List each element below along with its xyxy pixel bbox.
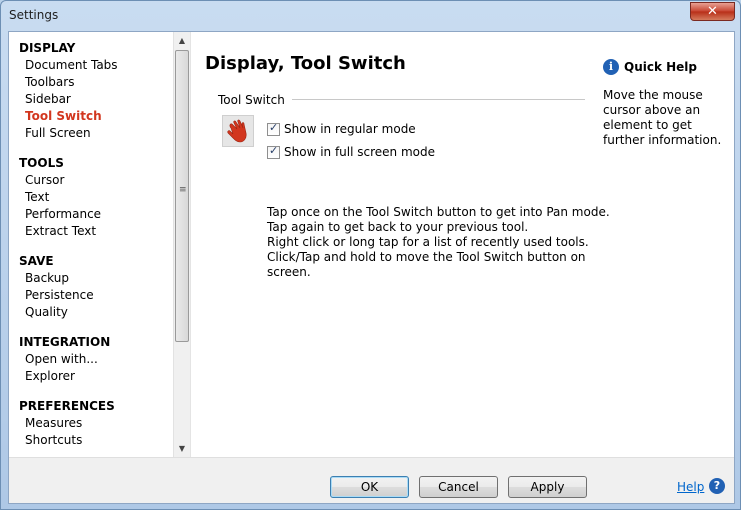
sidebar-item-quality[interactable]: Quality <box>19 304 179 321</box>
description-line: Right click or long tap for a list of re… <box>267 235 589 249</box>
help-icon[interactable]: ? <box>709 478 725 494</box>
show-full-screen-mode-checkbox[interactable]: ✓ <box>267 143 280 159</box>
check-icon: ✓ <box>269 143 279 157</box>
ok-button[interactable]: OK <box>330 476 409 498</box>
description-line: Click/Tap and hold to move the Tool Swit… <box>267 250 586 264</box>
nav-section-heading: PREFERENCES <box>19 399 115 413</box>
sidebar-divider <box>190 32 191 457</box>
show-regular-mode-checkbox[interactable]: ✓ <box>267 120 280 136</box>
sidebar-item-cursor[interactable]: Cursor <box>19 172 179 189</box>
help-link[interactable]: Help <box>677 480 704 494</box>
sidebar-item-text[interactable]: Text <box>19 189 179 206</box>
checkbox-row-full-screen-mode[interactable]: ✓ Show in full screen mode <box>267 144 435 160</box>
description-line: Tap again to get back to your previous t… <box>267 220 529 234</box>
close-icon: ✕ <box>707 4 718 19</box>
sidebar-item-sidebar[interactable]: Sidebar <box>19 91 179 108</box>
settings-client-area: DISPLAY Document Tabs Toolbars Sidebar Tool … <box>8 31 735 504</box>
sidebar-item-document-tabs[interactable]: Document Tabs <box>19 57 179 74</box>
sidebar: DISPLAY Document Tabs Toolbars Sidebar Tool … <box>9 32 190 457</box>
info-icon: i <box>603 59 619 75</box>
tool-switch-description: Tap once on the Tool Switch button to ge… <box>267 205 610 280</box>
sidebar-item-full-screen[interactable]: Full Screen <box>19 125 179 142</box>
chevron-up-icon: ▲ <box>178 36 186 45</box>
nav-section-save: SAVE Backup Persistence Quality <box>19 253 179 321</box>
nav-section-preferences: PREFERENCES Measures Shortcuts <box>19 398 179 449</box>
sidebar-item-backup[interactable]: Backup <box>19 270 179 287</box>
quick-help-panel: i Quick Help Move the mouse cursor above… <box>603 58 733 148</box>
sidebar-item-extract-text[interactable]: Extract Text <box>19 223 179 240</box>
chevron-down-icon: ▼ <box>178 444 186 453</box>
sidebar-item-tool-switch[interactable]: Tool Switch <box>19 108 179 125</box>
title-bar[interactable]: Settings ✕ <box>1 1 740 30</box>
sidebar-item-explorer[interactable]: Explorer <box>19 368 179 385</box>
nav-section-heading: SAVE <box>19 254 54 268</box>
settings-window: Settings ✕ DISPLAY Document Tabs Toolbars S… <box>0 0 741 510</box>
close-button[interactable]: ✕ <box>690 2 735 21</box>
apply-button[interactable]: Apply <box>508 476 587 498</box>
show-full-screen-mode-label[interactable]: Show in full screen mode <box>284 145 435 159</box>
check-icon: ✓ <box>269 120 279 134</box>
sidebar-scrollbar[interactable]: ▲ ≡ ▼ <box>173 32 190 457</box>
sidebar-nav: DISPLAY Document Tabs Toolbars Sidebar Tool … <box>19 40 179 457</box>
nav-section-heading: TOOLS <box>19 156 64 170</box>
dialog-footer: OK Cancel Apply Help ? <box>9 457 734 503</box>
sidebar-item-measures[interactable]: Measures <box>19 415 179 432</box>
quick-help-text: Move the mouse cursor above an element t… <box>603 88 722 147</box>
nav-section-tools: TOOLS Cursor Text Performance Extract Text <box>19 155 179 240</box>
group-label: Tool Switch <box>218 93 285 107</box>
cancel-button[interactable]: Cancel <box>419 476 498 498</box>
hand-pan-icon <box>222 115 254 147</box>
scroll-up-button[interactable]: ▲ <box>174 32 190 49</box>
show-regular-mode-label[interactable]: Show in regular mode <box>284 122 416 136</box>
sidebar-item-performance[interactable]: Performance <box>19 206 179 223</box>
group-separator <box>292 99 585 100</box>
quick-help-title: Quick Help <box>624 60 698 74</box>
description-line: Tap once on the Tool Switch button to ge… <box>267 205 610 219</box>
checkbox-row-regular-mode[interactable]: ✓ Show in regular mode <box>267 121 416 137</box>
sidebar-item-persistence[interactable]: Persistence <box>19 287 179 304</box>
scroll-thumb[interactable]: ≡ <box>175 50 189 342</box>
grip-icon: ≡ <box>179 185 187 195</box>
nav-section-display: DISPLAY Document Tabs Toolbars Sidebar Tool … <box>19 40 179 142</box>
sidebar-item-toolbars[interactable]: Toolbars <box>19 74 179 91</box>
nav-section-heading: INTEGRATION <box>19 335 111 349</box>
nav-section-heading: DISPLAY <box>19 41 76 55</box>
window-title: Settings <box>9 8 59 22</box>
scroll-down-button[interactable]: ▼ <box>174 440 190 457</box>
sidebar-item-open-with[interactable]: Open with... <box>19 351 179 368</box>
page-title: Display, Tool Switch <box>205 53 406 74</box>
nav-section-integration: INTEGRATION Open with... Explorer <box>19 334 179 385</box>
sidebar-item-shortcuts[interactable]: Shortcuts <box>19 432 179 449</box>
description-line: screen. <box>267 265 311 279</box>
